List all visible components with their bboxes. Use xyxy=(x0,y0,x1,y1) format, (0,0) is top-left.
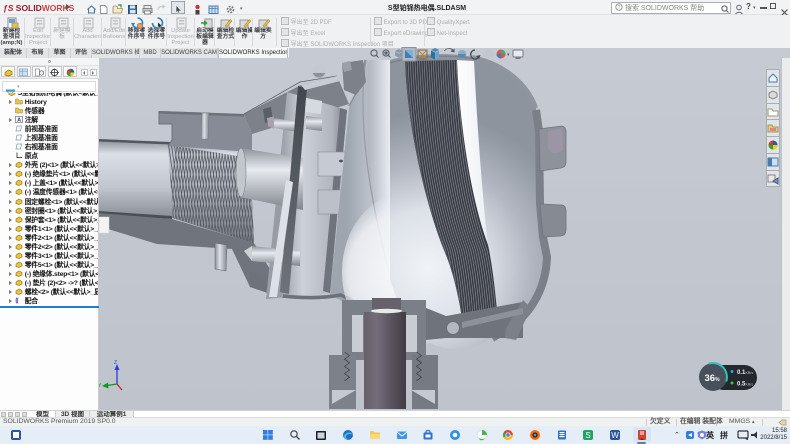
svg-text:S: S xyxy=(586,431,591,440)
svg-text:Z: Z xyxy=(114,360,117,366)
svg-text:W: W xyxy=(611,431,619,440)
svg-text:?: ? xyxy=(617,5,620,11)
svg-text:▾: ▾ xyxy=(507,52,510,58)
svg-text:A: A xyxy=(17,118,21,124)
